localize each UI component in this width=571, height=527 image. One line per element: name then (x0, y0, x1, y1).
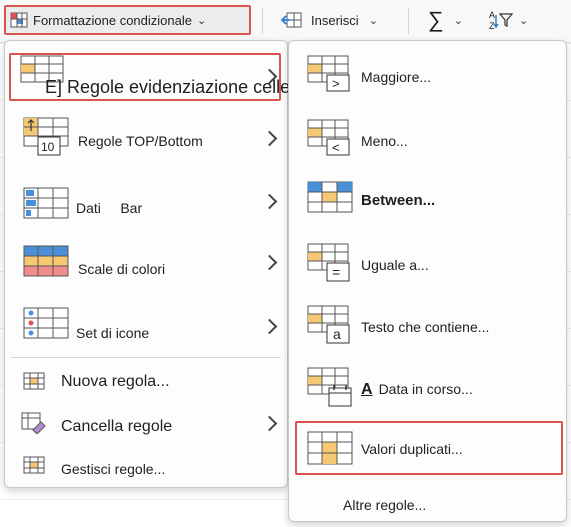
conditional-formatting-label: Formattazione condizionale (33, 12, 192, 28)
icon-sets-icon (23, 307, 69, 339)
svg-text:>: > (332, 76, 340, 91)
menu-item-manage-rules[interactable]: Gestisci regole... (5, 451, 287, 485)
chevron-right-icon (261, 254, 278, 271)
svg-text:a: a (333, 326, 341, 342)
menu-item-icon-sets[interactable]: Set di icone (5, 303, 287, 361)
sort-filter-icon: A Z (489, 10, 514, 31)
equal-to-icon: = (307, 243, 350, 282)
conditional-formatting-menu: E] Regole evidenziazione celle 10 Regole… (4, 40, 291, 488)
insert-cells-icon (281, 12, 302, 28)
chevron-right-icon (261, 415, 278, 432)
chevron-right-icon (261, 193, 278, 210)
menu-item-label: Meno... (361, 133, 408, 149)
svg-text:<: < (332, 140, 340, 155)
autosum-button[interactable]: ∑ ⌄ (428, 5, 478, 35)
submenu-item-more-rules[interactable]: Altre regole... (289, 489, 566, 519)
menu-item-label: Altre regole... (343, 497, 427, 513)
menu-item-label: Gestisci regole... (61, 461, 166, 477)
ribbon-separator (262, 8, 263, 34)
ribbon: Formattazione condizionale ⌄ Inserisci ⌄… (0, 0, 571, 43)
chevron-down-icon: ⌄ (196, 14, 207, 27)
menu-item-data-bars[interactable]: Dati Bar (5, 179, 287, 237)
menu-item-label: Cancella regole (61, 418, 173, 435)
manage-rules-icon (23, 456, 45, 474)
chevron-down-icon: ⌄ (519, 14, 529, 27)
svg-text:Z: Z (489, 21, 495, 31)
submenu-item-equal-to[interactable]: = Uguale a... (289, 237, 566, 289)
insert-button[interactable]: Inserisci ⌄ (279, 5, 391, 35)
duplicate-values-icon (307, 431, 353, 465)
date-glyph: A (361, 381, 373, 398)
ribbon-separator (408, 8, 409, 34)
menu-item-label: Nuova regola... (61, 373, 170, 390)
menu-item-label: Maggiore... (361, 69, 432, 85)
sort-filter-button[interactable]: A Z ⌄ (488, 5, 548, 35)
between-icon (307, 181, 353, 213)
color-scales-icon (23, 245, 69, 277)
chevron-right-icon (261, 318, 278, 335)
conditional-formatting-button[interactable]: Formattazione condizionale ⌄ (4, 5, 251, 35)
menu-item-label: A Data in corso... (361, 381, 473, 398)
submenu-item-between[interactable]: Between... (289, 175, 566, 227)
highlight-rules-submenu: > Maggiore... < Meno... Between... = Ugu… (288, 40, 567, 522)
svg-text:A: A (489, 10, 495, 20)
menu-item-label: Dati Bar (76, 200, 143, 216)
submenu-item-date-occurring[interactable]: A Data in corso... (289, 361, 566, 413)
clear-rules-icon (21, 412, 46, 434)
less-than-icon: < (307, 119, 350, 156)
top-bottom-rules-icon: 10 (23, 117, 69, 156)
menu-item-label: Valori duplicati... (361, 441, 463, 457)
menu-item-new-rule[interactable]: Nuova regola... (5, 367, 287, 401)
chevron-down-icon: ⌄ (453, 14, 463, 27)
menu-item-clear-rules[interactable]: Cancella regole (5, 409, 287, 443)
insert-label: Inserisci (311, 12, 359, 28)
submenu-item-greater-than[interactable]: > Maggiore... (289, 51, 566, 103)
new-rule-icon (23, 372, 45, 390)
menu-item-label: E] Regole evidenziazione celle (45, 77, 291, 97)
submenu-item-less-than[interactable]: < Meno... (289, 113, 566, 165)
submenu-item-text-contains[interactable]: a Testo che contiene... (289, 299, 566, 351)
menu-item-label: Between... (361, 192, 436, 209)
chevron-down-icon: ⌄ (368, 14, 378, 27)
menu-item-color-scales[interactable]: Scale di colori (5, 241, 287, 299)
menu-item-highlight-cells-rules[interactable]: E] Regole evidenziazione celle (5, 49, 291, 103)
menu-item-label: Scale di colori (78, 261, 166, 277)
menu-item-label: Regole TOP/Bottom (78, 133, 203, 149)
greater-than-icon: > (307, 55, 350, 92)
menu-item-top-bottom-rules[interactable]: 10 Regole TOP/Bottom (5, 111, 287, 171)
date-occurring-icon (307, 367, 352, 407)
autosum-icon: ∑ (428, 7, 444, 32)
submenu-item-duplicate-values[interactable]: Valori duplicati... (289, 421, 566, 475)
chevron-right-icon (261, 130, 278, 147)
menu-item-label: Testo che contiene... (361, 319, 490, 335)
svg-text:=: = (332, 264, 340, 280)
text-contains-icon: a (307, 305, 350, 344)
menu-item-label: Uguale a... (361, 257, 429, 273)
data-bars-icon (23, 187, 69, 219)
conditional-formatting-icon (10, 12, 28, 28)
top-bottom-badge: 10 (41, 140, 55, 154)
menu-divider (11, 357, 281, 358)
menu-item-label: Set di icone (76, 325, 150, 341)
